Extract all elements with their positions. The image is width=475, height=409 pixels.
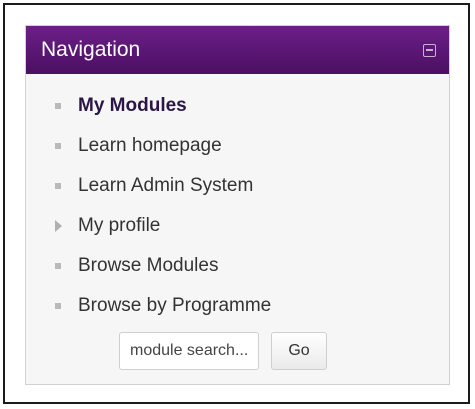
nav-link-browse-by-programme[interactable]: Browse by Programme	[78, 295, 271, 317]
nav-item-learn-admin-system: Learn Admin System	[26, 166, 449, 206]
nav-link-learn-admin-system[interactable]: Learn Admin System	[78, 175, 253, 197]
nav-link-learn-homepage[interactable]: Learn homepage	[78, 135, 222, 157]
bullet-icon	[55, 103, 61, 109]
nav-item-browse-modules: Browse Modules	[26, 246, 449, 286]
nav-link-browse-modules[interactable]: Browse Modules	[78, 255, 218, 277]
expand-triangle-icon[interactable]	[55, 220, 62, 232]
nav-link-my-profile[interactable]: My profile	[78, 215, 160, 237]
nav-item-browse-by-programme: Browse by Programme	[26, 286, 449, 326]
nav-item-learn-homepage: Learn homepage	[26, 126, 449, 166]
navigation-title: Navigation	[41, 38, 141, 61]
bullet-icon	[55, 183, 61, 189]
bullet-icon	[55, 263, 61, 269]
module-search-input[interactable]	[119, 332, 259, 370]
module-search-form: Go	[26, 332, 449, 370]
nav-link-my-modules[interactable]: My Modules	[78, 95, 187, 117]
collapse-icon[interactable]	[423, 43, 436, 57]
nav-item-my-modules: My Modules	[26, 86, 449, 126]
bullet-icon	[55, 303, 61, 309]
screenshot-frame: Navigation My Modules Learn homepage Lea…	[3, 3, 470, 404]
bullet-icon	[55, 143, 61, 149]
go-button[interactable]: Go	[271, 332, 327, 370]
navigation-header: Navigation	[26, 26, 449, 74]
navigation-block: Navigation My Modules Learn homepage Lea…	[25, 25, 450, 385]
navigation-list: My Modules Learn homepage Learn Admin Sy…	[26, 74, 449, 326]
nav-item-my-profile: My profile	[26, 206, 449, 246]
